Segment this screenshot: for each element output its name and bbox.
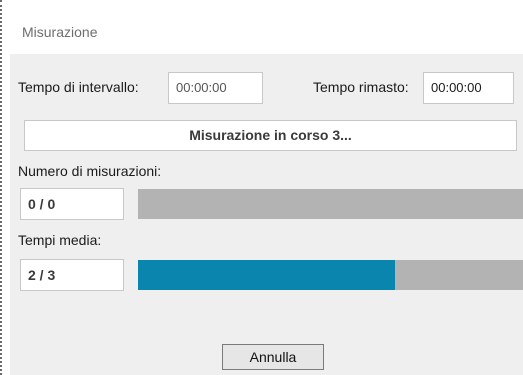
remaining-time-field[interactable]: 00:00:00 bbox=[423, 72, 514, 104]
remaining-time-label: Tempo rimasto: bbox=[313, 79, 409, 95]
measurement-count-label: Numero di misurazioni: bbox=[18, 163, 162, 179]
measurement-count-value: 0 / 0 bbox=[20, 188, 124, 220]
interval-time-field[interactable]: 00:00:00 bbox=[168, 72, 263, 104]
measurement-progress-bar bbox=[138, 189, 523, 219]
dialog-body: Tempo di intervallo: 00:00:00 Tempo rima… bbox=[10, 54, 523, 375]
window-left-edge bbox=[0, 0, 4, 375]
measurement-status-bar: Misurazione in corso 3... bbox=[24, 120, 517, 151]
average-times-progress-bar bbox=[138, 260, 523, 290]
average-times-label: Tempi media: bbox=[18, 232, 102, 248]
average-times-progress-fill bbox=[138, 260, 395, 290]
cancel-button[interactable]: Annulla bbox=[222, 344, 324, 370]
window-title: Misurazione bbox=[22, 24, 98, 40]
title-bar: Misurazione bbox=[6, 0, 523, 52]
interval-time-label: Tempo di intervallo: bbox=[18, 79, 139, 95]
average-times-value: 2 / 3 bbox=[20, 259, 124, 291]
